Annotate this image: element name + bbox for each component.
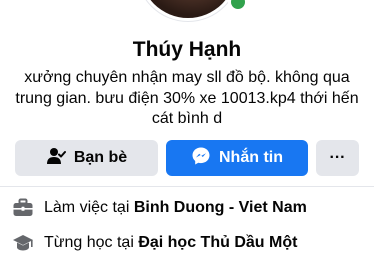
messenger-icon — [191, 146, 211, 171]
profile-bio: xưởng chuyên nhận may sll đồ bộ. không q… — [15, 69, 359, 127]
study-place-link[interactable]: Đại học Thủ Dầu Một — [138, 234, 297, 251]
work-info-text: Làm việc tại Binh Duong - Viet Nam — [44, 199, 307, 216]
briefcase-icon — [12, 197, 34, 219]
avatar-container[interactable] — [140, 0, 248, 18]
work-place-link[interactable]: Binh Duong - Viet Nam — [134, 199, 307, 216]
message-button-label: Nhắn tin — [219, 149, 283, 166]
profile-name: Thúy Hạnh — [132, 38, 242, 61]
friends-button-label: Bạn bè — [73, 149, 128, 166]
section-divider — [0, 186, 374, 187]
message-button[interactable]: Nhắn tin — [166, 140, 308, 176]
study-info-text: Từng học tại Đại học Thủ Dầu Một — [44, 234, 298, 251]
more-options-icon: ··· — [329, 149, 346, 166]
avatar[interactable] — [140, 0, 236, 18]
graduation-cap-icon — [12, 232, 34, 254]
more-options-button[interactable]: ··· — [316, 140, 359, 176]
study-info-row[interactable]: Từng học tại Đại học Thủ Dầu Một — [12, 231, 364, 255]
online-status-dot — [228, 0, 248, 12]
friends-button[interactable]: Bạn bè — [15, 140, 158, 176]
work-info-row[interactable]: Làm việc tại Binh Duong - Viet Nam — [12, 196, 364, 220]
person-check-icon — [46, 147, 66, 170]
